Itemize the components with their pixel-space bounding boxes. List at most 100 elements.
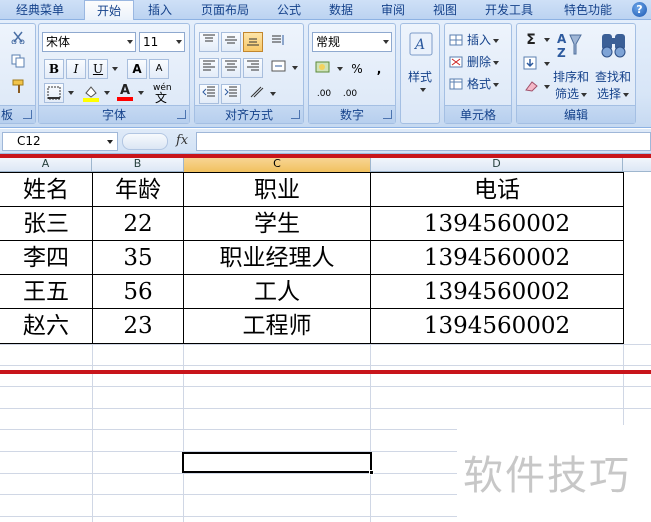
styles-dropdown-icon[interactable] [420, 88, 426, 92]
merge-center-button[interactable] [269, 58, 289, 78]
table-cell[interactable]: 23 [93, 309, 183, 343]
find-select-label-1[interactable]: 查找和 [595, 68, 631, 85]
decrease-indent-button[interactable] [199, 84, 219, 104]
clipboard-dialog-launcher-icon[interactable]: . [23, 110, 32, 119]
copy-icon[interactable] [11, 54, 25, 68]
table-cell[interactable]: 22 [93, 207, 183, 240]
insert-cells-button[interactable]: 插入 [467, 31, 500, 48]
fill-color-dropdown-icon[interactable] [104, 91, 110, 95]
text-direction-dropdown-icon[interactable] [270, 92, 276, 96]
tab-review[interactable]: 审阅 [372, 0, 414, 20]
align-bottom-button[interactable] [243, 32, 263, 52]
table-cell[interactable]: 1394560002 [371, 207, 623, 240]
align-right-button[interactable] [243, 58, 263, 78]
align-center-button[interactable] [221, 58, 241, 78]
table-cell[interactable]: 张三 [0, 207, 92, 240]
font-color-button[interactable]: A [115, 83, 135, 103]
tab-insert[interactable]: 插入 [138, 0, 182, 20]
borders-button[interactable] [44, 83, 64, 103]
number-format-combo[interactable]: 常规 [312, 32, 392, 52]
table-cell[interactable]: 职业经理人 [184, 241, 370, 274]
fill-handle[interactable] [369, 470, 374, 475]
table-cell[interactable]: 56 [93, 275, 183, 308]
sort-filter-icon[interactable]: AZ [555, 30, 585, 60]
delete-cells-icon[interactable] [449, 56, 463, 71]
table-header-occupation[interactable]: 职业 [184, 173, 370, 206]
sort-filter-label-1[interactable]: 排序和 [553, 68, 589, 85]
clear-icon[interactable] [523, 79, 539, 96]
align-left-button[interactable] [199, 58, 219, 78]
table-header-age[interactable]: 年龄 [93, 173, 183, 206]
font-color-dropdown-icon[interactable] [138, 91, 144, 95]
styles-label[interactable]: 样式 [401, 68, 439, 85]
find-select-icon[interactable] [599, 30, 629, 60]
bold-button[interactable]: B [44, 59, 64, 79]
tab-page-layout[interactable]: 页面布局 [192, 0, 258, 20]
align-middle-button[interactable] [221, 32, 241, 52]
formula-bar-splitter[interactable] [122, 133, 168, 150]
underline-button[interactable]: U [88, 59, 108, 79]
tab-formulas[interactable]: 公式 [268, 0, 310, 20]
table-cell[interactable]: 1394560002 [371, 275, 623, 308]
delete-cells-button[interactable]: 删除 [467, 53, 500, 70]
tab-special-features[interactable]: 特色功能 [552, 0, 624, 20]
comma-style-button[interactable]: , [369, 59, 389, 79]
table-cell[interactable]: 工程师 [184, 309, 370, 343]
table-header-name[interactable]: 姓名 [0, 173, 92, 206]
underline-dropdown-icon[interactable] [112, 67, 118, 71]
font-name-combo[interactable]: 宋体 [42, 32, 136, 52]
increase-decimal-button[interactable]: .00 [313, 84, 335, 104]
fill-down-icon[interactable] [523, 56, 539, 73]
orientation-button[interactable] [269, 32, 289, 52]
font-dialog-launcher-icon[interactable]: . [177, 110, 186, 119]
tab-home[interactable]: 开始 [84, 0, 134, 21]
format-cells-icon[interactable] [449, 78, 463, 93]
tab-view[interactable]: 视图 [424, 0, 466, 20]
table-cell[interactable]: 1394560002 [371, 241, 623, 274]
fill-color-button[interactable] [81, 83, 101, 103]
table-header-phone[interactable]: 电话 [371, 173, 623, 206]
active-cell-c12[interactable] [182, 452, 374, 475]
alignment-dialog-launcher-icon[interactable]: . [291, 110, 300, 119]
table-cell[interactable]: 1394560002 [371, 309, 623, 343]
format-painter-icon[interactable] [11, 78, 27, 94]
autosum-button[interactable]: Σ [521, 30, 541, 50]
accounting-dropdown-icon[interactable] [337, 67, 343, 71]
align-top-button[interactable] [199, 32, 219, 52]
find-select-button[interactable]: 选择 [597, 85, 630, 102]
number-dialog-launcher-icon[interactable]: . [383, 110, 392, 119]
italic-button[interactable]: I [66, 59, 86, 79]
shrink-font-button[interactable]: A [149, 59, 169, 79]
fill-dropdown-icon[interactable] [544, 62, 550, 66]
decrease-decimal-button[interactable]: .00 [339, 84, 361, 104]
insert-function-icon[interactable]: fx [176, 133, 188, 148]
increase-indent-button[interactable] [221, 84, 241, 104]
tab-developer[interactable]: 开发工具 [476, 0, 542, 20]
formula-input[interactable] [196, 132, 651, 151]
table-cell[interactable]: 学生 [184, 207, 370, 240]
format-cells-button[interactable]: 格式 [467, 75, 500, 92]
insert-cells-icon[interactable] [449, 34, 463, 49]
cut-icon[interactable] [11, 30, 25, 45]
table-cell[interactable]: 李四 [0, 241, 92, 274]
grow-font-button[interactable]: A [127, 59, 147, 79]
table-cell[interactable]: 王五 [0, 275, 92, 308]
table-cell[interactable]: 35 [93, 241, 183, 274]
clear-dropdown-icon[interactable] [544, 85, 550, 89]
tab-classic-menu[interactable]: 经典菜单 [6, 0, 74, 20]
sort-filter-button[interactable]: 筛选 [555, 85, 588, 102]
styles-icon[interactable]: A [409, 32, 433, 56]
name-box[interactable]: C12 [2, 132, 118, 151]
text-direction-button[interactable] [247, 84, 267, 104]
percent-style-button[interactable]: % [347, 59, 367, 79]
font-size-combo[interactable]: 11 [139, 32, 185, 52]
table-cell[interactable]: 赵六 [0, 309, 92, 343]
table-cell[interactable]: 工人 [184, 275, 370, 308]
tab-data[interactable]: 数据 [320, 0, 362, 20]
accounting-format-button[interactable] [313, 59, 333, 79]
merge-dropdown-icon[interactable] [292, 66, 298, 70]
phonetic-button[interactable]: wén 文 [149, 83, 175, 105]
help-icon[interactable]: ? [632, 2, 647, 17]
borders-dropdown-icon[interactable] [68, 91, 74, 95]
autosum-dropdown-icon[interactable] [544, 38, 550, 42]
